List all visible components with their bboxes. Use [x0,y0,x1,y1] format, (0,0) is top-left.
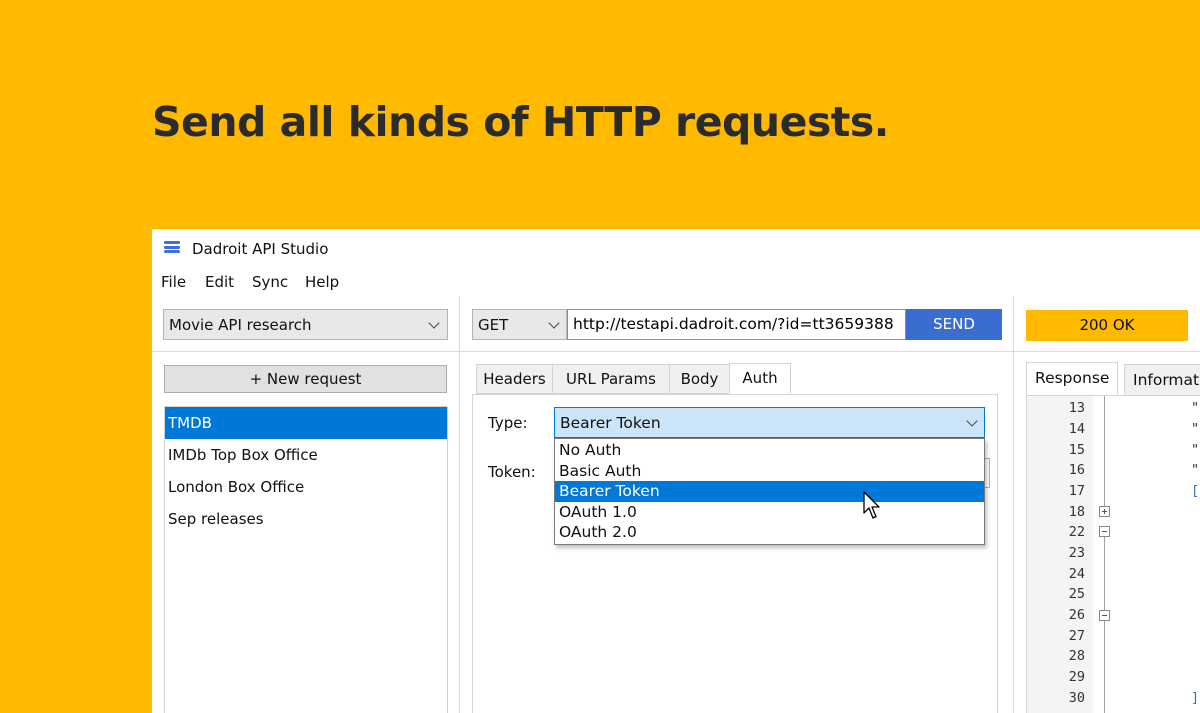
tab-information[interactable]: Informati [1124,364,1200,396]
code-fragment: [ [1191,483,1200,499]
header-divider [1014,351,1200,352]
status-badge: 200 OK [1026,310,1188,341]
expand-icon[interactable] [1099,506,1110,517]
fold-guide [1104,396,1105,506]
response-viewer[interactable]: 13 14 15 16 17 18 22 23 24 25 26 27 28 2… [1026,395,1200,713]
menu-file[interactable]: File [161,273,186,291]
tab-auth[interactable]: Auth [729,363,791,394]
mouse-pointer-icon [863,491,880,519]
line-number: 26 [1068,607,1085,623]
menu-sync[interactable]: Sync [252,273,288,291]
window-title: Dadroit API Studio [192,240,329,258]
line-number: 15 [1068,442,1085,458]
tab-url-params[interactable]: URL Params [552,364,670,394]
line-number: 30 [1068,690,1085,706]
auth-type-value: Bearer Token [560,414,661,432]
auth-type-select[interactable]: Bearer Token [554,407,985,438]
collapse-icon[interactable] [1099,526,1110,537]
method-value: GET [478,316,509,334]
option-no-auth[interactable]: No Auth [555,440,984,461]
list-item[interactable]: TMDB [165,407,447,439]
headline: Send all kinds of HTTP requests. [152,98,889,146]
type-label: Type: [488,414,528,432]
project-select-value: Movie API research [169,316,312,334]
fold-guide [1104,621,1105,713]
url-input[interactable]: http://testapi.dadroit.com/?id=tt3659388 [567,309,906,340]
code-fragment: ] [1191,690,1200,706]
line-number: 29 [1068,669,1085,685]
menu-edit[interactable]: Edit [205,273,234,291]
new-request-button[interactable]: + New request [164,365,447,393]
line-number: 24 [1068,566,1085,582]
code-fragment: " [1191,421,1200,437]
line-gutter: 13 14 15 16 17 18 22 23 24 25 26 27 28 2… [1027,396,1093,713]
line-number: 27 [1068,628,1085,644]
header-divider [460,351,1013,352]
project-select[interactable]: Movie API research [163,309,448,340]
line-number: 14 [1068,421,1085,437]
code-fragment: " [1191,400,1200,416]
auth-type-dropdown: No Auth Basic Auth Bearer Token OAuth 1.… [554,438,985,545]
app-window: Dadroit API Studio File Edit Sync Help M… [152,229,1200,713]
send-button[interactable]: SEND [906,309,1002,340]
method-select[interactable]: GET [472,309,567,340]
line-number: 16 [1068,462,1085,478]
code-fragment: " [1191,462,1200,478]
chevron-down-icon [548,317,560,329]
list-item[interactable]: Sep releases [165,503,447,535]
pane-divider [459,296,460,713]
line-number: 18 [1068,504,1085,520]
line-number: 23 [1068,545,1085,561]
menu-help[interactable]: Help [305,273,339,291]
code-fragment: " [1191,442,1200,458]
chevron-down-icon [428,317,440,329]
line-number: 13 [1068,400,1085,416]
line-number: 22 [1068,524,1085,540]
list-item[interactable]: IMDb Top Box Office [165,439,447,471]
line-number: 17 [1068,483,1085,499]
chevron-down-icon [966,415,978,427]
pane-divider [1013,296,1014,713]
request-list: TMDB IMDb Top Box Office London Box Offi… [164,406,448,713]
collapse-icon[interactable] [1099,610,1110,621]
option-basic-auth[interactable]: Basic Auth [555,461,984,482]
title-bar: Dadroit API Studio [152,229,1200,269]
tab-headers[interactable]: Headers [476,364,553,394]
header-divider [152,351,459,352]
option-oauth-1[interactable]: OAuth 1.0 [555,502,984,523]
option-oauth-2[interactable]: OAuth 2.0 [555,522,984,543]
line-number: 28 [1068,648,1085,664]
app-logo-icon [164,241,180,257]
fold-guide [1104,537,1105,610]
option-bearer-token[interactable]: Bearer Token [555,481,984,502]
line-number: 25 [1068,586,1085,602]
tab-response[interactable]: Response [1026,362,1119,395]
list-item[interactable]: London Box Office [165,471,447,503]
tab-body[interactable]: Body [669,364,730,394]
token-label: Token: [488,463,536,481]
url-value: http://testapi.dadroit.com/?id=tt3659388 [573,315,894,333]
